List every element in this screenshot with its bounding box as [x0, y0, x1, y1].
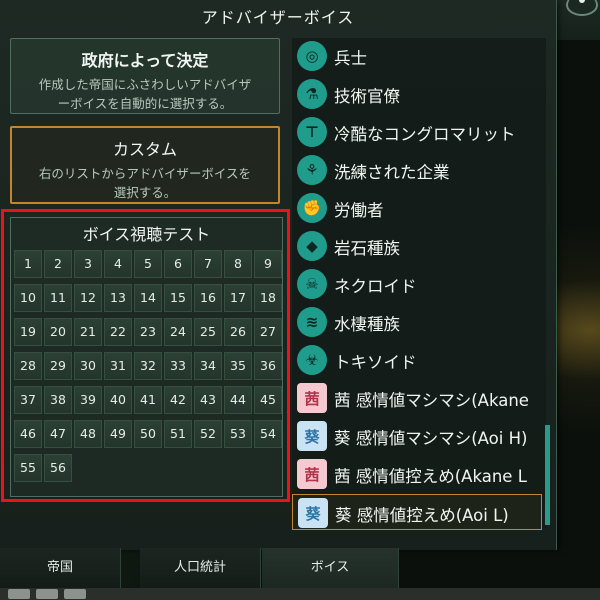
- voice-list-item[interactable]: ⚘ 洗練された企業: [292, 152, 542, 188]
- microscope-icon: ⚗: [297, 79, 327, 109]
- voice-list-item[interactable]: ◎ 兵士: [292, 38, 542, 74]
- voice-list-item[interactable]: 茜茜 感情値マシマシ(Akane: [292, 380, 542, 416]
- strip-icon[interactable]: [64, 589, 86, 599]
- voice-list-item[interactable]: 葵葵 感情値マシマシ(Aoi H): [292, 418, 542, 454]
- voice-list-item[interactable]: 茜茜 感情値控えめ(Akane L: [292, 456, 542, 492]
- conglomerate-icon: ⊤: [297, 117, 327, 147]
- voice-list-item[interactable]: 葵葵 感情値控えめ(Aoi L): [292, 494, 542, 530]
- panel-title: アドバイザーボイス: [201, 8, 355, 27]
- option-description: 右のリストからアドバイザーボイスを 選択する。: [38, 166, 252, 200]
- voice-list-item-label: ネクロイド: [334, 277, 417, 296]
- voice-list-item-label: 冷酷なコングロマリット: [334, 125, 516, 144]
- voice-list-item-label: 技術官僚: [334, 87, 400, 106]
- option-title: カスタム: [112, 140, 177, 159]
- voice-list-item-label: 兵士: [334, 49, 367, 68]
- necroid-icon: ☠: [297, 269, 327, 299]
- voice-list-item-label: 茜 感情値マシマシ(Akane: [334, 391, 529, 410]
- aoi-avatar-icon: 葵: [298, 498, 328, 528]
- voice-list-item-label: 岩石種族: [334, 239, 400, 258]
- tab-demographics[interactable]: 人口統計: [140, 548, 261, 588]
- custom-option[interactable]: カスタム 右のリストからアドバイザーボイスを 選択する。: [10, 126, 280, 204]
- voice-list-item-label: 葵 感情値マシマシ(Aoi H): [334, 429, 528, 448]
- voice-list: ◎ 兵士 ⚗ 技術官僚 ⊤ 冷酷なコングロマリット ⚘ 洗練された企業 ✊ 労働者 ◆ 岩石種族 ☠ ネク…: [292, 38, 546, 530]
- voice-list-item-label: トキソイド: [334, 353, 417, 372]
- aquatic-icon: ≋: [297, 307, 327, 337]
- lithoid-icon: ◆: [297, 231, 327, 261]
- corporate-icon: ⚘: [297, 155, 327, 185]
- voice-list-item[interactable]: ≋ 水棲種族: [292, 304, 542, 340]
- voice-list-item[interactable]: ⊤ 冷酷なコングロマリット: [292, 114, 542, 150]
- annotation-highlight-box: [1, 209, 290, 502]
- option-title: 政府によって決定: [81, 51, 209, 70]
- toxoid-icon: ☣: [297, 345, 327, 375]
- tab-empire[interactable]: 帝国: [0, 548, 121, 588]
- soldier-icon: ◎: [297, 41, 327, 71]
- voice-list-item-label: 茜 感情値控えめ(Akane L: [334, 467, 527, 486]
- bottom-tabs: 帝国 人口統計 ボイス: [0, 548, 556, 588]
- akane-avatar-icon: 茜: [297, 383, 327, 413]
- option-description: 作成した帝国にふさわしいアドバイザ ーボイスを自動的に選択する。: [38, 77, 252, 111]
- strip-icon[interactable]: [8, 589, 30, 599]
- voice-list-item-label: 葵 感情値控えめ(Aoi L): [335, 506, 509, 525]
- voice-list-item-label: 労働者: [334, 201, 384, 220]
- voice-list-scrollbar[interactable]: [545, 425, 550, 525]
- voice-list-item[interactable]: ✊ 労働者: [292, 190, 542, 226]
- strip-icon[interactable]: [36, 589, 58, 599]
- voice-list-item-label: 洗練された企業: [334, 163, 450, 182]
- worker-icon: ✊: [297, 193, 327, 223]
- voice-list-item[interactable]: ⚗ 技術官僚: [292, 76, 542, 112]
- tab-voice[interactable]: ボイス: [262, 548, 399, 588]
- bottom-strip: [0, 588, 600, 600]
- government-determined-option[interactable]: 政府によって決定 作成した帝国にふさわしいアドバイザ ーボイスを自動的に選択する…: [10, 38, 280, 114]
- aoi-avatar-icon: 葵: [297, 421, 327, 451]
- voice-list-item[interactable]: ☣ トキソイド: [292, 342, 542, 378]
- akane-avatar-icon: 茜: [297, 459, 327, 489]
- voice-list-item[interactable]: ☠ ネクロイド: [292, 266, 542, 302]
- voice-list-item[interactable]: ◆ 岩石種族: [292, 228, 542, 264]
- voice-list-item-label: 水棲種族: [334, 315, 400, 334]
